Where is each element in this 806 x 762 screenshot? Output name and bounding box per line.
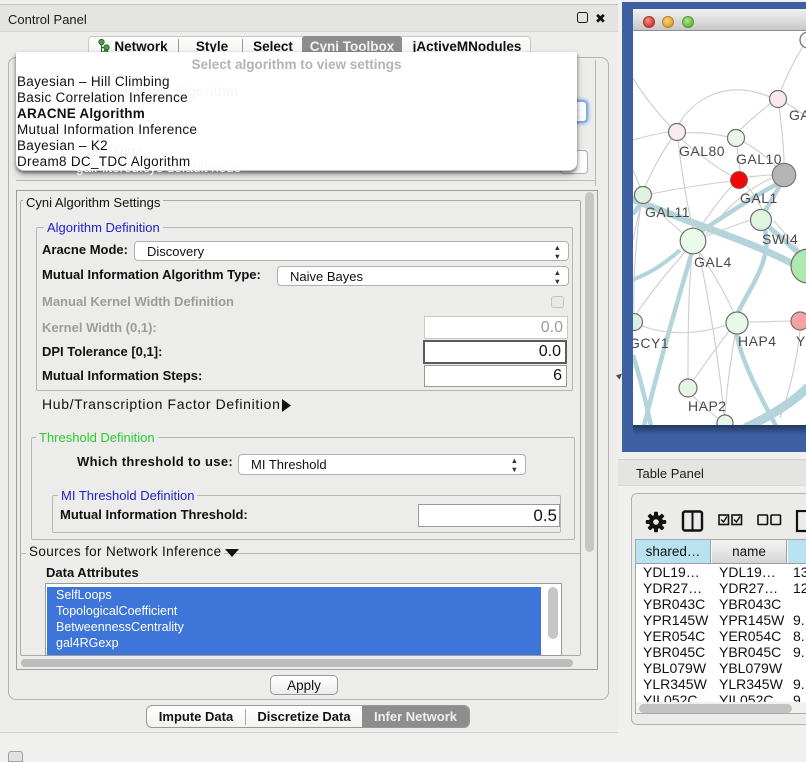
svg-text:GAL11: GAL11 <box>645 204 690 220</box>
svg-text:GAL4: GAL4 <box>694 254 732 270</box>
svg-text:HAP4: HAP4 <box>738 333 777 349</box>
svg-text:GAL80: GAL80 <box>679 143 725 159</box>
svg-text:SWI4: SWI4 <box>762 231 798 247</box>
svg-text:GAL2: GAL2 <box>789 107 806 123</box>
svg-text:Y: Y <box>796 333 806 349</box>
svg-text:HAP2: HAP2 <box>688 398 727 414</box>
svg-text:GAL1: GAL1 <box>740 190 778 206</box>
svg-text:GAL10: GAL10 <box>736 151 782 167</box>
svg-text:GCY1: GCY1 <box>633 335 669 351</box>
